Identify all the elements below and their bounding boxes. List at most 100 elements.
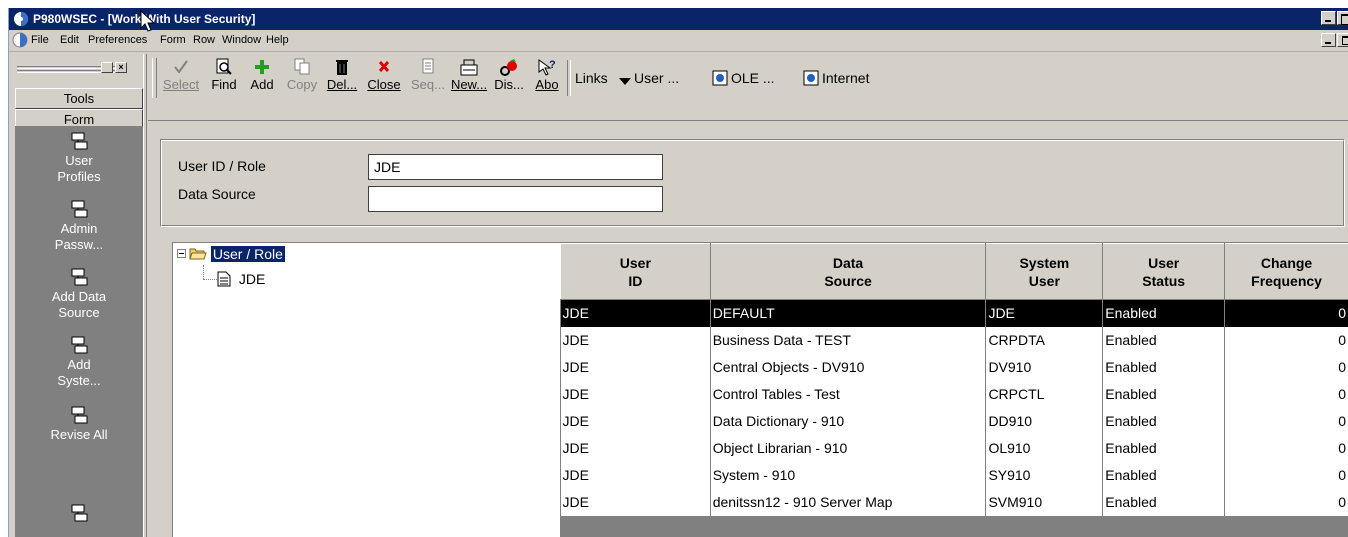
links-label: Links bbox=[575, 70, 608, 86]
data-source-label: Data Source bbox=[178, 186, 256, 202]
table-row[interactable]: JDE denitssn12 - 910 Server Map SVM910 E… bbox=[560, 488, 1348, 516]
exit-label: Add Syste... bbox=[57, 357, 101, 388]
cell-status: Enabled bbox=[1102, 299, 1226, 327]
cell-data-source: Control Tables - Test bbox=[710, 380, 987, 408]
display-icon bbox=[500, 59, 517, 76]
cell-data-source: Data Dictionary - 910 bbox=[710, 407, 987, 435]
exit-admin-password[interactable]: Admin Passw... bbox=[15, 200, 143, 253]
sidebar: × Tools Form User Profiles Admin Passw..… bbox=[9, 54, 147, 537]
internet-icon bbox=[803, 70, 819, 86]
copy-button[interactable]: Copy bbox=[282, 56, 322, 100]
user-id-field[interactable] bbox=[368, 154, 663, 180]
menu-row[interactable]: Row bbox=[193, 34, 215, 46]
table-row[interactable]: JDE DEFAULT JDE Enabled 0 bbox=[560, 299, 1348, 327]
link-ole[interactable]: OLE ... bbox=[712, 70, 775, 86]
new-button[interactable]: New... bbox=[450, 56, 488, 100]
exit-revise-all[interactable]: Revise All bbox=[15, 406, 143, 443]
child-minimize-button[interactable] bbox=[1321, 33, 1336, 47]
exit-icon bbox=[71, 406, 88, 424]
link-internet-label: Internet bbox=[822, 70, 870, 86]
add-button[interactable]: Add bbox=[245, 56, 279, 100]
cell-change-frequency: 0 bbox=[1224, 407, 1348, 435]
tree-root-label: User / Role bbox=[210, 246, 285, 262]
toolbar: Select Find Add Copy Del... Close Seq... bbox=[148, 54, 1348, 120]
tab-tools[interactable]: Tools bbox=[15, 88, 143, 109]
link-internet[interactable]: Internet bbox=[803, 70, 869, 86]
sidebar-minimize-button[interactable] bbox=[101, 62, 113, 73]
about-button[interactable]: ? Abo bbox=[530, 56, 564, 100]
close-icon bbox=[378, 61, 390, 72]
col-line2: User bbox=[1028, 272, 1060, 289]
exit-add-data-source[interactable]: Add Data Source bbox=[15, 268, 143, 321]
data-source-field[interactable] bbox=[368, 186, 663, 212]
cell-user-id: JDE bbox=[560, 407, 711, 435]
col-header-change-frequency[interactable]: Change Frequency bbox=[1224, 243, 1348, 300]
col-line1: User bbox=[1148, 254, 1180, 271]
col-header-user-id[interactable]: User ID bbox=[560, 243, 711, 300]
cell-user-id: JDE bbox=[560, 299, 711, 327]
tree-node-jde[interactable]: JDE bbox=[217, 271, 265, 287]
menu-edit[interactable]: Edit bbox=[60, 34, 79, 46]
exit-user-profiles[interactable]: User Profiles bbox=[15, 132, 143, 185]
table-row[interactable]: JDE System - 910 SY910 Enabled 0 bbox=[560, 461, 1348, 489]
cell-data-source: System - 910 bbox=[710, 461, 987, 489]
cell-status: Enabled bbox=[1102, 461, 1226, 489]
cell-status: Enabled bbox=[1102, 326, 1226, 354]
user-role-tree[interactable]: User / Role JDE bbox=[172, 242, 561, 537]
exit-add-system-user[interactable]: Add Syste... bbox=[15, 336, 143, 389]
cell-user-id: JDE bbox=[560, 380, 711, 408]
maximize-button[interactable] bbox=[1337, 11, 1348, 25]
menu-form[interactable]: Form bbox=[160, 34, 186, 46]
table-row[interactable]: JDE Business Data - TEST CRPDTA Enabled … bbox=[560, 326, 1348, 354]
menu-help[interactable]: Help bbox=[266, 34, 289, 46]
sequence-icon bbox=[422, 58, 434, 74]
title-bar[interactable]: P980WSEC - [Work With User Security] bbox=[9, 8, 1348, 30]
col-header-data-source[interactable]: Data Source bbox=[709, 243, 987, 300]
app-icon bbox=[14, 12, 28, 26]
exit-icon bbox=[71, 336, 88, 354]
close-icon: × bbox=[118, 62, 124, 72]
cell-change-frequency: 0 bbox=[1224, 434, 1348, 462]
maximize-icon bbox=[1341, 14, 1348, 25]
cell-user-id: JDE bbox=[560, 326, 711, 354]
menu-file[interactable]: File bbox=[31, 34, 49, 46]
menu-preferences[interactable]: Preferences bbox=[88, 34, 147, 46]
cell-change-frequency: 0 bbox=[1224, 461, 1348, 489]
cell-change-frequency: 0 bbox=[1224, 380, 1348, 408]
menu-window[interactable]: Window bbox=[222, 34, 261, 46]
table-row[interactable]: JDE Data Dictionary - 910 DD910 Enabled … bbox=[560, 407, 1348, 435]
mouse-cursor-icon bbox=[140, 10, 156, 32]
delete-button[interactable]: Del... bbox=[324, 56, 360, 100]
exit-more[interactable] bbox=[15, 504, 143, 525]
sidebar-close-button[interactable]: × bbox=[115, 62, 127, 73]
sequence-button[interactable]: Seq... bbox=[409, 56, 447, 100]
minimize-button[interactable] bbox=[1321, 11, 1336, 25]
delete-label: Del... bbox=[326, 77, 358, 92]
select-button[interactable]: Select bbox=[158, 56, 204, 100]
cell-status: Enabled bbox=[1102, 434, 1226, 462]
table-row[interactable]: JDE Central Objects - DV910 DV910 Enable… bbox=[560, 353, 1348, 381]
cell-data-source: Business Data - TEST bbox=[710, 326, 987, 354]
cell-data-source: DEFAULT bbox=[710, 299, 987, 327]
child-restore-button[interactable] bbox=[1337, 33, 1348, 47]
table-row[interactable]: JDE Object Librarian - 910 OL910 Enabled… bbox=[560, 434, 1348, 462]
cell-user-id: JDE bbox=[560, 353, 711, 381]
tree-expand-toggle[interactable] bbox=[177, 249, 186, 258]
table-row[interactable]: JDE Control Tables - Test CRPCTL Enabled… bbox=[560, 380, 1348, 408]
sequence-label: Seq... bbox=[411, 77, 445, 92]
minus-icon bbox=[179, 253, 184, 254]
about-label: Abo bbox=[535, 77, 559, 92]
tree-node-root[interactable]: User / Role bbox=[189, 246, 285, 262]
col-header-user-status[interactable]: User Status bbox=[1102, 243, 1226, 300]
link-user[interactable]: User ... bbox=[619, 70, 679, 86]
toolbar-grip[interactable] bbox=[152, 58, 157, 98]
display-button[interactable]: Dis... bbox=[490, 56, 528, 100]
sidebar-splitter[interactable] bbox=[143, 54, 147, 537]
select-label: Select bbox=[162, 77, 200, 92]
copy-label: Copy bbox=[286, 77, 318, 92]
find-button[interactable]: Find bbox=[206, 56, 242, 100]
close-button[interactable]: Close bbox=[362, 56, 406, 100]
document-menu-icon[interactable] bbox=[12, 32, 28, 48]
col-header-system-user[interactable]: System User bbox=[985, 243, 1104, 300]
col-line1: System bbox=[1019, 254, 1070, 271]
